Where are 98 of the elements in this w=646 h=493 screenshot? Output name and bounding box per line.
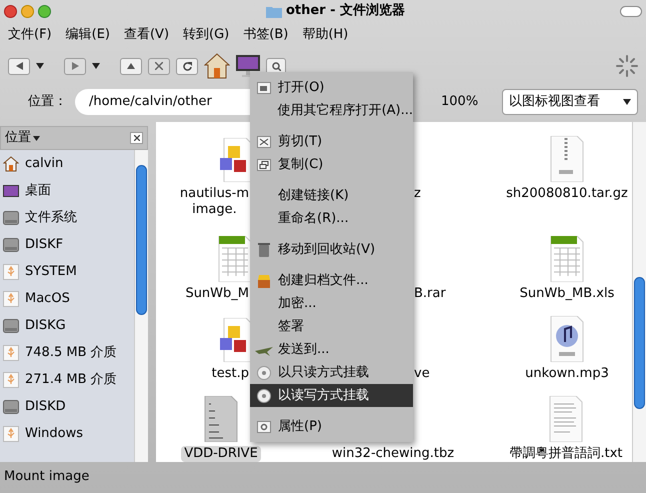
menu-item[interactable]: 签署 [250, 315, 413, 338]
file-name[interactable]: z [411, 186, 424, 202]
search-icon [272, 62, 280, 70]
usb-drive-icon [3, 344, 19, 360]
home-icon [3, 156, 19, 172]
menu-item[interactable]: 查看(V) [124, 25, 170, 45]
loading-spinner-icon [616, 55, 638, 77]
music-file-icon [550, 316, 584, 362]
menu-item[interactable]: 以读写方式挂载 [250, 384, 413, 407]
menu-item[interactable]: 以只读方式挂载 [250, 361, 413, 384]
scissors-icon [257, 136, 271, 148]
text-file-icon [549, 396, 583, 442]
menu-item[interactable]: 发送到... [250, 338, 413, 361]
file-name[interactable]: sh20080810.tar.gz [503, 186, 631, 202]
folder-open-icon [257, 82, 271, 94]
sidebar-item[interactable]: 271.4 MB 介质 [0, 366, 134, 393]
zipped-file-icon [550, 136, 584, 182]
sidebar-item[interactable]: DISKG [0, 312, 134, 339]
spreadsheet-icon [550, 236, 584, 282]
sidebar-item[interactable]: DISKD [0, 393, 134, 420]
menu-item[interactable]: 编辑(E) [66, 25, 110, 45]
stop-button[interactable] [148, 58, 170, 74]
binary-file-icon [204, 396, 238, 442]
copy-icon [257, 158, 271, 170]
reload-icon [182, 62, 192, 70]
forward-arrow-icon [72, 62, 78, 70]
menu-item[interactable]: 移动到回收站(V) [250, 238, 413, 261]
forward-button[interactable] [64, 58, 86, 74]
dropdown-arrow-icon[interactable] [36, 63, 44, 69]
close-icon [134, 135, 140, 141]
status-text: Mount image [4, 468, 90, 486]
sidebar-item[interactable]: SYSTEM [0, 258, 134, 285]
file-name[interactable]: B.rar [411, 286, 449, 302]
sidebar-title-dropdown[interactable]: 位置 [5, 128, 40, 148]
usb-drive-icon [3, 372, 19, 388]
file-name[interactable]: SunWb_MB.xls [516, 286, 618, 302]
usb-drive-icon [3, 264, 19, 280]
menu-item[interactable]: 书签(B) [243, 25, 288, 45]
menu-item[interactable]: 重命名(R)... [250, 207, 413, 230]
menu-item[interactable]: 剪切(T) [250, 130, 413, 153]
back-button[interactable] [8, 58, 30, 74]
scrollbar[interactable] [134, 150, 148, 462]
sidebar-item[interactable]: MacOS [0, 285, 134, 312]
folder-icon [266, 4, 282, 18]
drive-icon [3, 318, 19, 332]
back-arrow-icon [16, 62, 22, 70]
zoom-level: 100% [441, 93, 478, 112]
file-name[interactable]: unkown.mp3 [522, 366, 612, 382]
menu-item[interactable]: 复制(C) [250, 153, 413, 176]
file-name[interactable]: ve [411, 366, 433, 382]
reload-button[interactable] [176, 58, 198, 74]
close-button[interactable] [4, 4, 17, 18]
cubes-icon [218, 318, 252, 362]
disc-icon [257, 388, 271, 402]
window-title: other - 文件浏览器 [286, 2, 406, 20]
file-name[interactable]: 帶調粵拼普語詞.txt [506, 446, 626, 462]
usb-drive-icon [3, 426, 19, 442]
dropdown-arrow-icon [33, 136, 40, 140]
drive-icon [3, 400, 19, 414]
file-name[interactable]: VDD-DRIVE [181, 446, 261, 462]
maximize-button[interactable] [38, 4, 51, 18]
menu-item[interactable]: 创建归档文件... [250, 269, 413, 292]
cubes-icon [218, 138, 252, 182]
menu-item[interactable]: 帮助(H) [302, 25, 348, 45]
file-name[interactable]: test.p [208, 366, 252, 382]
file-name[interactable]: SunWb_M [182, 286, 252, 302]
sidebar-item[interactable]: 桌面 [0, 177, 134, 204]
menu-item[interactable]: 加密... [250, 292, 413, 315]
menu-item[interactable]: 属性(P) [250, 415, 413, 438]
up-arrow-icon [127, 63, 135, 69]
close-button[interactable] [130, 132, 143, 144]
file-name[interactable]: nautilus-m image. [176, 186, 252, 218]
sidebar-item[interactable]: DISKF [0, 231, 134, 258]
scrollbar[interactable] [632, 122, 646, 462]
menu-item[interactable]: 转到(G) [183, 25, 230, 45]
trash-icon [258, 242, 270, 256]
dropdown-arrow-icon [623, 99, 632, 105]
stop-icon [155, 62, 163, 70]
menu-item[interactable]: 创建链接(K) [250, 184, 413, 207]
disc-icon [257, 366, 271, 380]
dropdown-arrow-icon[interactable] [92, 63, 100, 69]
menu-item[interactable]: 文件(F) [8, 25, 52, 45]
monitor-icon [3, 184, 19, 196]
view-mode-dropdown[interactable]: 以图标视图查看 [502, 89, 638, 115]
drive-icon [3, 210, 19, 224]
home-icon[interactable] [204, 53, 230, 79]
file-name[interactable]: win32-chewing.tbz [328, 446, 458, 462]
box-icon [257, 274, 271, 288]
drive-icon [3, 238, 19, 252]
sidebar-item[interactable]: 文件系统 [0, 204, 134, 231]
sidebar-item[interactable]: Windows [0, 420, 134, 447]
sidebar-item[interactable]: calvin [0, 150, 134, 177]
usb-drive-icon [3, 290, 19, 306]
location-label: 位置： [28, 93, 67, 112]
toolbar-toggle-button[interactable] [620, 6, 642, 16]
gear-icon [257, 420, 271, 432]
sidebar-item[interactable]: 748.5 MB 介质 [0, 339, 134, 366]
up-button[interactable] [120, 58, 142, 74]
